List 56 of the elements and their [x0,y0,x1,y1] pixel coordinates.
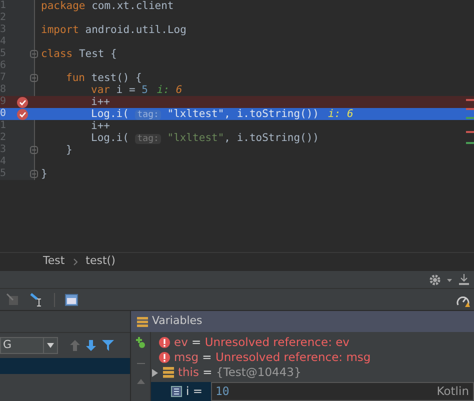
list-icon [137,316,148,326]
code-line: var i = 5 [91,84,148,96]
minimize-icon[interactable] [458,274,470,286]
error-marker[interactable] [466,108,474,110]
code-line: i++ [91,96,110,108]
value-edit-field[interactable]: 10 Kotlin [210,382,474,401]
error-marker[interactable] [466,99,474,101]
settings-icon[interactable] [429,274,441,286]
inline-value: i: 6 [328,108,354,120]
minus-icon[interactable] [136,363,144,365]
code-line: Log.i( tag: "lxltest", i.toString()) [91,132,319,144]
variable-type-icon [171,386,182,397]
code-line: Log.i( tag: "lxltest", i.toString()) [91,108,319,120]
cursor-arrow-icon[interactable] [30,292,44,306]
inline-value: i: 6 [156,84,182,96]
breakpoint-icon[interactable] [17,96,28,108]
up-icon[interactable] [136,379,144,384]
breadcrumb[interactable]: Test [43,253,65,270]
chevron-icon [72,258,78,266]
fold-icon[interactable] [30,146,38,154]
change-marker[interactable] [466,117,474,119]
line-number: 0 [0,108,6,120]
error-icon [159,352,170,363]
code-line: i++ [91,120,110,132]
filter-icon[interactable] [102,340,114,351]
breakpoint-icon[interactable] [17,108,28,120]
thread-value: G [3,337,12,354]
change-marker[interactable] [466,142,474,144]
up-arrow-icon[interactable] [70,340,80,351]
error-marker[interactable] [466,131,474,133]
mute-breakpoints-icon[interactable] [6,292,20,306]
down-arrow-icon[interactable] [86,340,96,351]
expand-arrow-icon[interactable] [151,368,159,376]
table-icon[interactable] [65,294,78,306]
code-line: } [66,144,72,156]
thread-dropdown[interactable]: G [0,337,58,354]
code-line: fun test() { [66,72,142,84]
code-line: class Test { [41,48,117,60]
line-number: 9 [0,96,6,108]
code-line: import android.util.Log [41,24,186,36]
error-icon [159,337,170,348]
variable-error: msg = Unresolved reference: msg [174,348,371,366]
breadcrumb[interactable]: test() [86,253,116,270]
caret-icon[interactable] [447,278,452,282]
caret-icon [47,343,54,348]
fold-icon[interactable] [30,74,38,82]
fold-icon[interactable] [30,50,38,58]
fold-icon[interactable] [30,170,38,178]
variable-entry[interactable]: this = {Test@10443} [178,364,302,382]
variable-error: ev = Unresolved reference: ev [174,334,350,351]
add-watch-icon[interactable] [134,336,148,349]
code-line: } [41,168,48,180]
panel-title: Variables [152,313,202,330]
code-line: package com.xt.client [41,0,174,12]
variable-name: i = [186,382,202,400]
object-icon [163,367,174,378]
